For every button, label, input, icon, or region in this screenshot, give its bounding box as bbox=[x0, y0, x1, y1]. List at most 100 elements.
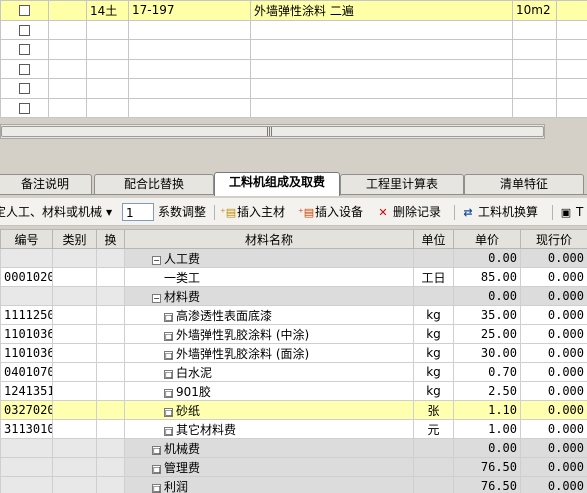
material-name-cell[interactable]: □ 外墙弹性乳胶涂料 (面涂) bbox=[124, 343, 414, 363]
material-swap-cell[interactable] bbox=[96, 362, 125, 382]
filter-select[interactable]: 定人工、材料或机械 ▼ bbox=[0, 203, 120, 221]
material-swap-cell[interactable] bbox=[96, 419, 125, 439]
material-name-cell[interactable]: □ 高渗透性表面底漆 bbox=[124, 305, 414, 325]
column-header-category[interactable]: 类别 bbox=[52, 229, 97, 249]
column-header-swap[interactable]: 换 bbox=[96, 229, 125, 249]
unit-price-cell[interactable]: 25.00 bbox=[453, 324, 521, 344]
unit-price-cell[interactable]: 2.50 bbox=[453, 381, 521, 401]
collapse-icon[interactable]: − bbox=[152, 255, 161, 265]
quota-code-cell[interactable] bbox=[128, 19, 251, 40]
quota-flag-cell[interactable] bbox=[48, 58, 87, 79]
material-category-cell[interactable] bbox=[52, 400, 97, 420]
current-price-cell[interactable]: 0.000 bbox=[520, 362, 587, 382]
quota-name-cell[interactable] bbox=[250, 58, 513, 79]
material-code-cell[interactable]: 04010701 bbox=[0, 362, 53, 382]
insert-equipment-button[interactable]: ⁺▤插入设备 bbox=[296, 203, 363, 221]
unit-price-cell[interactable]: 76.50 bbox=[453, 476, 521, 493]
tree-node-icon[interactable]: □ bbox=[164, 312, 173, 322]
top-quota-grid[interactable]: 14土 17-197 外墙弹性涂料 二遍 10m2 bbox=[0, 0, 587, 118]
material-row[interactable]: 31130106□其它材料费元1.000.000 bbox=[0, 419, 587, 439]
current-price-cell[interactable]: 0.000 bbox=[520, 305, 587, 325]
material-row[interactable]: 11010362□外墙弹性乳胶涂料 (中涂)kg25.000.000 bbox=[0, 324, 587, 344]
quota-name-cell[interactable] bbox=[250, 78, 513, 99]
material-swap-cell[interactable] bbox=[96, 305, 125, 325]
quota-extra-cell[interactable] bbox=[556, 78, 587, 99]
material-code-cell[interactable] bbox=[0, 457, 53, 477]
tree-node-icon[interactable]: □ bbox=[164, 407, 173, 417]
row-select-cell[interactable] bbox=[0, 0, 49, 21]
collapse-icon[interactable]: − bbox=[152, 293, 161, 303]
current-price-cell[interactable]: 0.000 bbox=[520, 248, 587, 268]
material-category-cell[interactable] bbox=[52, 381, 97, 401]
quota-row[interactable]: 14土 17-197 外墙弹性涂料 二遍 10m2 bbox=[0, 0, 587, 21]
quota-name-cell[interactable] bbox=[250, 97, 513, 118]
current-price-cell[interactable]: 0.000 bbox=[520, 419, 587, 439]
material-unit-cell[interactable]: 张 bbox=[413, 400, 454, 420]
material-code-cell[interactable]: 31130106 bbox=[0, 419, 53, 439]
current-price-cell[interactable]: 0.000 bbox=[520, 457, 587, 477]
unit-price-cell[interactable]: 30.00 bbox=[453, 343, 521, 363]
material-unit-cell[interactable] bbox=[413, 476, 454, 493]
material-category-cell[interactable] bbox=[52, 419, 97, 439]
material-name-cell[interactable]: 一类工 bbox=[124, 267, 414, 287]
column-header-name[interactable]: 材料名称 bbox=[124, 229, 414, 249]
delete-record-button[interactable]: ✕ 删除记录 bbox=[374, 203, 441, 221]
quota-code-cell[interactable]: 17-197 bbox=[128, 0, 251, 21]
row-select-cell[interactable] bbox=[0, 97, 49, 118]
quota-extra-cell[interactable] bbox=[556, 39, 587, 60]
tab-bill-features[interactable]: 清单特征 bbox=[464, 174, 584, 195]
material-code-cell[interactable]: 03270202 bbox=[0, 400, 53, 420]
current-price-cell[interactable]: 0.000 bbox=[520, 343, 587, 363]
row-select-cell[interactable] bbox=[0, 58, 49, 79]
material-unit-cell[interactable]: 元 bbox=[413, 419, 454, 439]
material-code-cell[interactable]: 00010202 bbox=[0, 267, 53, 287]
column-header-current-price[interactable]: 现行价 bbox=[520, 229, 587, 249]
quota-type-cell[interactable] bbox=[86, 58, 129, 79]
quota-code-cell[interactable] bbox=[128, 97, 251, 118]
tree-node-icon[interactable]: □ bbox=[164, 331, 173, 341]
current-price-cell[interactable]: 0.000 bbox=[520, 476, 587, 493]
tab-remarks[interactable]: 备注说明 bbox=[0, 174, 92, 195]
quota-unit-cell[interactable] bbox=[512, 58, 557, 79]
unit-price-cell[interactable]: 0.00 bbox=[453, 438, 521, 458]
quota-row[interactable] bbox=[0, 19, 587, 40]
quota-extra-cell[interactable] bbox=[556, 97, 587, 118]
quota-extra-cell[interactable] bbox=[556, 0, 587, 21]
unit-price-cell[interactable]: 76.50 bbox=[453, 457, 521, 477]
material-category-cell[interactable] bbox=[52, 438, 97, 458]
material-name-cell[interactable]: − 材料费 bbox=[124, 286, 414, 306]
fee-group-row[interactable]: □ 利润 76.50 0.000 bbox=[0, 476, 587, 493]
quota-type-cell[interactable] bbox=[86, 19, 129, 40]
material-unit-cell[interactable]: kg bbox=[413, 305, 454, 325]
unit-price-cell[interactable]: 0.00 bbox=[453, 286, 521, 306]
current-price-cell[interactable]: 0.000 bbox=[520, 324, 587, 344]
quota-flag-cell[interactable] bbox=[48, 97, 87, 118]
fee-group-row[interactable]: □ 机械费 0.00 0.000 bbox=[0, 438, 587, 458]
material-swap-cell[interactable] bbox=[96, 457, 125, 477]
material-code-cell[interactable]: 11010362 bbox=[0, 324, 53, 344]
quota-name-cell[interactable] bbox=[250, 19, 513, 40]
unit-price-cell[interactable]: 1.00 bbox=[453, 419, 521, 439]
material-row[interactable]: 00010202 一类工 工日85.000.000 bbox=[0, 267, 587, 287]
quota-unit-cell[interactable] bbox=[512, 97, 557, 118]
row-select-cell[interactable] bbox=[0, 19, 49, 40]
material-swap-cell[interactable] bbox=[96, 343, 125, 363]
material-category-cell[interactable] bbox=[52, 343, 97, 363]
row-checkbox[interactable] bbox=[19, 5, 30, 17]
material-unit-cell[interactable]: kg bbox=[413, 362, 454, 382]
material-row[interactable]: 04010701□白水泥kg0.700.000 bbox=[0, 362, 587, 382]
quota-flag-cell[interactable] bbox=[48, 39, 87, 60]
quota-row[interactable] bbox=[0, 78, 587, 99]
row-checkbox[interactable] bbox=[19, 44, 30, 56]
material-category-cell[interactable] bbox=[52, 267, 97, 287]
material-unit-cell[interactable]: kg bbox=[413, 324, 454, 344]
unit-price-cell[interactable]: 0.00 bbox=[453, 248, 521, 268]
column-header-code[interactable]: 编号 bbox=[0, 229, 53, 249]
coefficient-input[interactable]: 1 bbox=[122, 203, 154, 221]
column-header-unit[interactable]: 单位 bbox=[413, 229, 454, 249]
material-code-cell[interactable] bbox=[0, 248, 53, 268]
unit-price-cell[interactable]: 0.70 bbox=[453, 362, 521, 382]
current-price-cell[interactable]: 0.000 bbox=[520, 400, 587, 420]
current-price-cell[interactable]: 0.000 bbox=[520, 286, 587, 306]
quota-type-cell[interactable]: 14土 bbox=[86, 0, 129, 21]
